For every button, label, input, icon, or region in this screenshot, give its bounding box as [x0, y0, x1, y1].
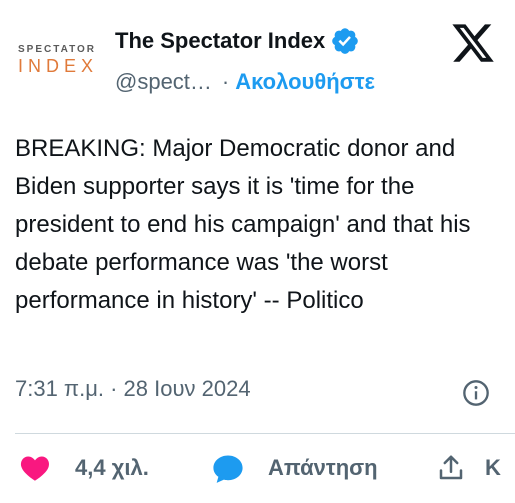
speech-bubble-icon[interactable] [210, 452, 246, 486]
author-handle-line: @spect… · Ακολουθήστε [115, 69, 375, 95]
share-button-label[interactable]: Κ [485, 455, 515, 481]
embedded-tweet-card: SPECTATOR INDEX The Spectator Index @spe… [0, 0, 515, 503]
avatar-text-top: SPECTATOR [18, 44, 97, 55]
share-upload-icon[interactable] [436, 452, 466, 484]
avatar-text-bottom: INDEX [18, 56, 99, 76]
like-count[interactable]: 4,4 χιλ. [75, 455, 149, 481]
author-display-name[interactable]: The Spectator Index [115, 28, 325, 54]
divider [15, 433, 515, 434]
avatar[interactable]: SPECTATOR INDEX [12, 34, 112, 90]
handle-separator: · [221, 69, 230, 94]
x-logo-icon[interactable] [449, 20, 497, 66]
verified-badge-icon [332, 28, 359, 54]
author-name-line: The Spectator Index [115, 26, 360, 56]
tweet-timestamp[interactable]: 7:31 π.μ. · 28 Ιουν 2024 [15, 376, 251, 402]
heart-icon[interactable] [18, 452, 52, 484]
author-handle[interactable]: @spect… [115, 69, 212, 95]
tweet-actions-bar: 4,4 χιλ. Απάντηση Κ [0, 448, 515, 488]
follow-button[interactable]: Ακολουθήστε [235, 69, 375, 95]
reply-button[interactable]: Απάντηση [268, 455, 378, 481]
tweet-text: BREAKING: Major Democratic donor and Bid… [15, 135, 471, 314]
info-icon[interactable] [462, 379, 490, 407]
